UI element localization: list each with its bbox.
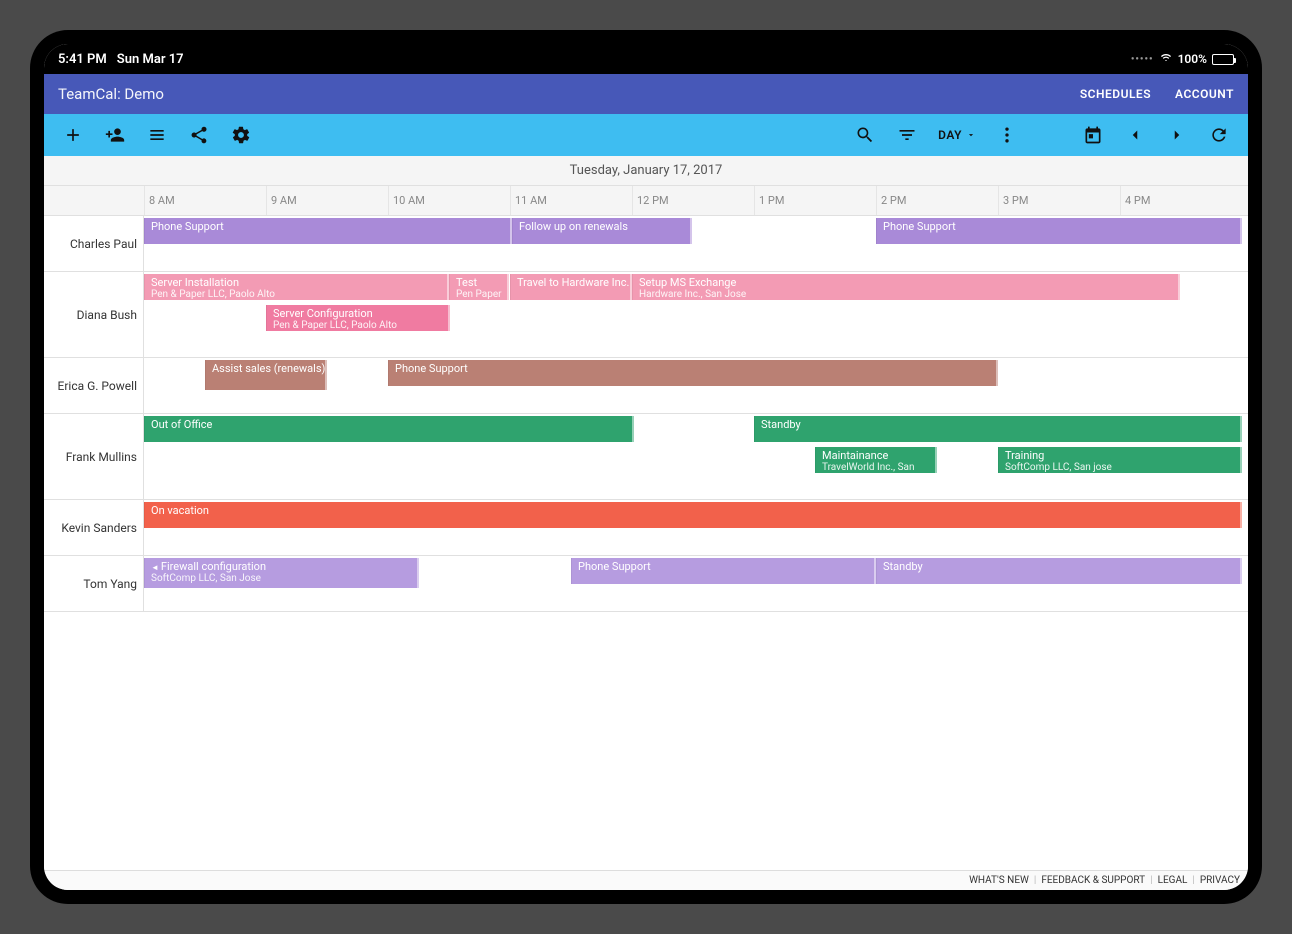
- hour-label: 1 PM: [754, 186, 876, 215]
- tablet-frame: 5:41 PM Sun Mar 17 ••••• 100% TeamCal: D…: [30, 30, 1262, 904]
- person-row: Charles PaulPhone SupportFollow up on re…: [44, 216, 1248, 272]
- settings-button[interactable]: [222, 116, 260, 154]
- hour-label: 2 PM: [876, 186, 998, 215]
- person-name: Tom Yang: [44, 556, 144, 611]
- toolbar: DAY: [44, 114, 1248, 156]
- person-name: Frank Mullins: [44, 414, 144, 499]
- event-track[interactable]: Phone SupportFollow up on renewalsPhone …: [144, 216, 1248, 271]
- event-track[interactable]: On vacation: [144, 500, 1248, 555]
- refresh-button[interactable]: [1200, 116, 1238, 154]
- event-track[interactable]: Server InstallationPen & Paper LLC, Paol…: [144, 272, 1248, 357]
- time-header: 8 AM9 AM10 AM11 AM12 PM1 PM2 PM3 PM4 PM: [44, 186, 1248, 216]
- calendar-event[interactable]: Standby: [876, 558, 1242, 584]
- person-row: Erica G. Powell Assist sales (renewals) Ph…: [44, 358, 1248, 414]
- calendar-area: Tuesday, January 17, 2017 8 AM9 AM10 AM1…: [44, 156, 1248, 870]
- schedules-link[interactable]: SCHEDULES: [1080, 87, 1151, 101]
- view-mode-label: DAY: [938, 128, 962, 142]
- event-track[interactable]: Assist sales (renewals) Phone Support: [144, 358, 1248, 413]
- calendar-event[interactable]: Follow up on renewals: [512, 218, 692, 244]
- hour-label: 10 AM: [388, 186, 510, 215]
- calendar-event[interactable]: On vacation: [144, 502, 1242, 528]
- footer: WHAT'S NEW | FEEDBACK & SUPPORT | LEGAL …: [44, 870, 1248, 890]
- next-button[interactable]: [1158, 116, 1196, 154]
- footer-legal[interactable]: LEGAL: [1158, 875, 1188, 886]
- footer-privacy[interactable]: PRIVACY: [1200, 875, 1240, 886]
- hour-label: 12 PM: [632, 186, 754, 215]
- hour-label: 11 AM: [510, 186, 632, 215]
- calendar-event[interactable]: Assist sales (renewals): [205, 360, 327, 390]
- event-track[interactable]: Out of Office Standby MaintainanceTravelWo…: [144, 414, 1248, 499]
- signal-dots-icon: •••••: [1131, 54, 1154, 65]
- add-button[interactable]: [54, 116, 92, 154]
- footer-whatsnew[interactable]: WHAT'S NEW: [969, 875, 1029, 886]
- calendar-event[interactable]: TestPen Paper: [449, 274, 509, 300]
- screen: 5:41 PM Sun Mar 17 ••••• 100% TeamCal: D…: [44, 44, 1248, 890]
- app-title: TeamCal: Demo: [58, 85, 1056, 103]
- search-button[interactable]: [846, 116, 884, 154]
- calendar-event[interactable]: Travel to Hardware Inc.: [510, 274, 632, 300]
- calendar-event[interactable]: Phone Support: [144, 218, 512, 244]
- prev-button[interactable]: [1116, 116, 1154, 154]
- more-button[interactable]: [988, 116, 1026, 154]
- person-row: Frank MullinsOut of Office Standby Maintai…: [44, 414, 1248, 500]
- battery-percent: 100%: [1178, 52, 1207, 66]
- filter-button[interactable]: [888, 116, 926, 154]
- schedule-rows: Charles PaulPhone SupportFollow up on re…: [44, 216, 1248, 870]
- resource-button[interactable]: [138, 116, 176, 154]
- status-time: 5:41 PM: [58, 52, 107, 67]
- calendar-event[interactable]: Phone Support: [876, 218, 1242, 244]
- name-column-header: [44, 186, 144, 215]
- device-status-bar: 5:41 PM Sun Mar 17 ••••• 100%: [44, 44, 1248, 74]
- person-row: Tom YangFirewall configurationSoftComp L…: [44, 556, 1248, 612]
- calendar-event[interactable]: Server ConfigurationPen & Paper LLC, Pao…: [266, 305, 450, 331]
- footer-feedback[interactable]: FEEDBACK & SUPPORT: [1041, 875, 1145, 886]
- calendar-event[interactable]: Server InstallationPen & Paper LLC, Paol…: [144, 274, 449, 300]
- date-header: Tuesday, January 17, 2017: [44, 156, 1248, 186]
- today-button[interactable]: [1074, 116, 1112, 154]
- status-date: Sun Mar 17: [117, 52, 184, 67]
- calendar-event[interactable]: Phone Support: [388, 360, 998, 386]
- calendar-event[interactable]: Phone Support: [571, 558, 876, 584]
- calendar-event[interactable]: Firewall configurationSoftComp LLC, San …: [144, 558, 419, 588]
- wifi-icon: [1159, 52, 1173, 66]
- person-row: Kevin SandersOn vacation: [44, 500, 1248, 556]
- person-row: Diana BushServer InstallationPen & Paper…: [44, 272, 1248, 358]
- calendar-event[interactable]: MaintainanceTravelWorld Inc., San: [815, 447, 937, 473]
- view-mode-select[interactable]: DAY: [930, 128, 984, 142]
- calendar-event[interactable]: Out of Office: [144, 416, 634, 442]
- calendar-event[interactable]: Standby: [754, 416, 1242, 442]
- add-person-button[interactable]: [96, 116, 134, 154]
- chevron-down-icon: [966, 130, 976, 140]
- person-name: Erica G. Powell: [44, 358, 144, 413]
- hour-label: 3 PM: [998, 186, 1120, 215]
- app-header: TeamCal: Demo SCHEDULES ACCOUNT: [44, 74, 1248, 114]
- account-link[interactable]: ACCOUNT: [1175, 87, 1234, 101]
- hour-label: 9 AM: [266, 186, 388, 215]
- date-label: Tuesday, January 17, 2017: [570, 163, 723, 178]
- share-button[interactable]: [180, 116, 218, 154]
- calendar-event[interactable]: TrainingSoftComp LLC, San jose: [998, 447, 1242, 473]
- person-name: Diana Bush: [44, 272, 144, 357]
- person-name: Charles Paul: [44, 216, 144, 271]
- person-name: Kevin Sanders: [44, 500, 144, 555]
- hour-label: 4 PM: [1120, 186, 1242, 215]
- battery-icon: [1212, 54, 1234, 65]
- hour-label: 8 AM: [144, 186, 266, 215]
- event-track[interactable]: Firewall configurationSoftComp LLC, San …: [144, 556, 1248, 611]
- calendar-event[interactable]: Setup MS ExchangeHardware Inc., San Jose: [632, 274, 1180, 300]
